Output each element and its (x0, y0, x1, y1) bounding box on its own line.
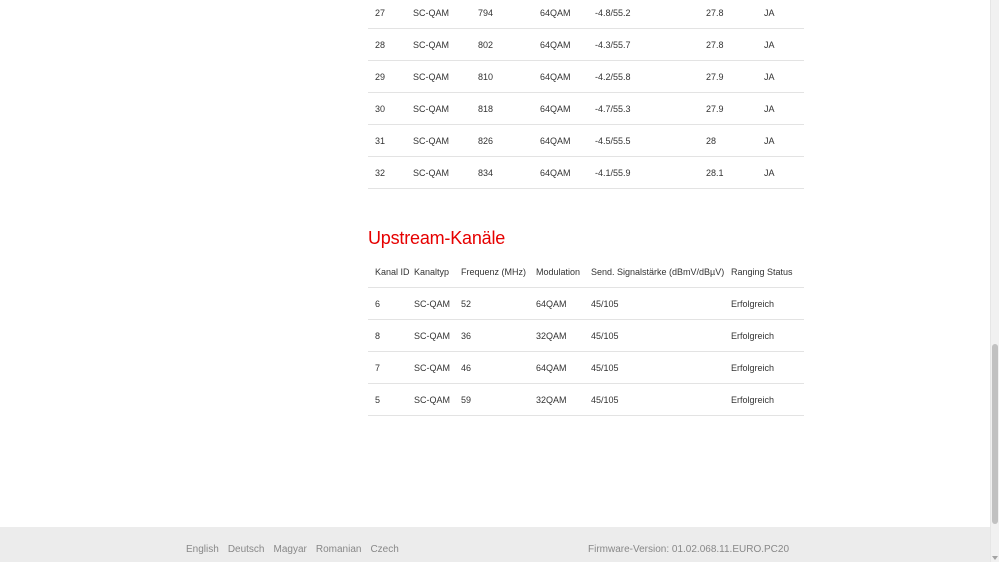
header-signalstaerke: Send. Signalstärke (dBmV/dBµV) (591, 256, 731, 288)
kanal-id-cell: 6 (368, 287, 414, 320)
modulation-cell: 64QAM (540, 156, 595, 189)
table-row: 30 SC-QAM 818 64QAM -4.7/55.3 27.9 JA (368, 92, 804, 125)
table-row: 31 SC-QAM 826 64QAM -4.5/55.5 28 JA (368, 124, 804, 157)
table-row: 29 SC-QAM 810 64QAM -4.2/55.8 27.9 JA (368, 60, 804, 93)
signalstaerke-cell: 45/105 (591, 351, 731, 384)
power-cell: -4.8/55.2 (595, 0, 706, 29)
kanal-id-cell: 29 (368, 60, 413, 93)
downstream-table: 27 SC-QAM 794 64QAM -4.8/55.2 27.8 JA 28… (368, 0, 804, 189)
firmware-version: Firmware-Version: 01.02.068.11.EURO.PC20 (588, 544, 790, 555)
frequenz-cell: 818 (478, 92, 540, 125)
power-cell: -4.7/55.3 (595, 92, 706, 125)
power-cell: -4.5/55.5 (595, 124, 706, 157)
frequenz-cell: 802 (478, 28, 540, 61)
kanaltyp-cell: SC-QAM (413, 0, 478, 29)
frequenz-cell: 810 (478, 60, 540, 93)
kanaltyp-cell: SC-QAM (414, 351, 461, 384)
table-row: 27 SC-QAM 794 64QAM -4.8/55.2 27.8 JA (368, 0, 804, 29)
kanal-id-cell: 28 (368, 28, 413, 61)
language-link-czech[interactable]: Czech (370, 544, 398, 555)
power-cell: -4.2/55.8 (595, 60, 706, 93)
power-cell: -4.3/55.7 (595, 28, 706, 61)
modulation-cell: 64QAM (536, 351, 591, 384)
language-link-english[interactable]: English (186, 544, 219, 555)
modulation-cell: 64QAM (540, 28, 595, 61)
kanal-id-cell: 30 (368, 92, 413, 125)
header-ranging-status: Ranging Status (731, 256, 804, 288)
language-link-deutsch[interactable]: Deutsch (228, 544, 265, 555)
modulation-cell: 32QAM (536, 319, 591, 352)
snr-cell: 27.8 (706, 28, 764, 61)
kanaltyp-cell: SC-QAM (414, 383, 461, 416)
scroll-down-arrow-icon[interactable] (992, 556, 998, 560)
header-frequenz: Frequenz (MHz) (461, 256, 536, 288)
ranging-status-cell: Erfolgreich (731, 383, 804, 416)
ranging-status-cell: Erfolgreich (731, 287, 804, 320)
locked-cell: JA (764, 92, 804, 125)
kanaltyp-cell: SC-QAM (414, 287, 461, 320)
snr-cell: 27.9 (706, 92, 764, 125)
footer: English Deutsch Magyar Romanian Czech Fi… (0, 527, 990, 562)
table-row: 6 SC-QAM 52 64QAM 45/105 Erfolgreich (368, 287, 804, 320)
table-header-row: Kanal ID Kanaltyp Frequenz (MHz) Modulat… (368, 256, 804, 288)
frequenz-cell: 794 (478, 0, 540, 29)
kanaltyp-cell: SC-QAM (413, 124, 478, 157)
snr-cell: 27.8 (706, 0, 764, 29)
frequenz-cell: 46 (461, 351, 536, 384)
table-row: 28 SC-QAM 802 64QAM -4.3/55.7 27.8 JA (368, 28, 804, 61)
kanal-id-cell: 8 (368, 319, 414, 352)
kanal-id-cell: 32 (368, 156, 413, 189)
kanaltyp-cell: SC-QAM (413, 28, 478, 61)
frequenz-cell: 834 (478, 156, 540, 189)
kanaltyp-cell: SC-QAM (413, 92, 478, 125)
table-row: 8 SC-QAM 36 32QAM 45/105 Erfolgreich (368, 319, 804, 352)
modulation-cell: 64QAM (540, 60, 595, 93)
frequenz-cell: 59 (461, 383, 536, 416)
modulation-cell: 32QAM (536, 383, 591, 416)
table-row: 7 SC-QAM 46 64QAM 45/105 Erfolgreich (368, 351, 804, 384)
scrollbar-thumb[interactable] (992, 344, 998, 524)
ranging-status-cell: Erfolgreich (731, 351, 804, 384)
modulation-cell: 64QAM (536, 287, 591, 320)
frequenz-cell: 52 (461, 287, 536, 320)
power-cell: -4.1/55.9 (595, 156, 706, 189)
header-kanal-id: Kanal ID (368, 256, 414, 288)
signalstaerke-cell: 45/105 (591, 287, 731, 320)
kanaltyp-cell: SC-QAM (414, 319, 461, 352)
locked-cell: JA (764, 156, 804, 189)
vertical-scrollbar[interactable] (990, 0, 999, 562)
page: 27 SC-QAM 794 64QAM -4.8/55.2 27.8 JA 28… (0, 0, 990, 562)
frequenz-cell: 826 (478, 124, 540, 157)
table-row: 32 SC-QAM 834 64QAM -4.1/55.9 28.1 JA (368, 156, 804, 189)
locked-cell: JA (764, 28, 804, 61)
signalstaerke-cell: 45/105 (591, 319, 731, 352)
modulation-cell: 64QAM (540, 92, 595, 125)
header-kanaltyp: Kanaltyp (414, 256, 461, 288)
modulation-cell: 64QAM (540, 124, 595, 157)
language-link-magyar[interactable]: Magyar (274, 544, 307, 555)
kanal-id-cell: 5 (368, 383, 414, 416)
signalstaerke-cell: 45/105 (591, 383, 731, 416)
kanaltyp-cell: SC-QAM (413, 60, 478, 93)
language-selector: English Deutsch Magyar Romanian Czech (186, 544, 399, 555)
kanal-id-cell: 7 (368, 351, 414, 384)
kanal-id-cell: 31 (368, 124, 413, 157)
locked-cell: JA (764, 124, 804, 157)
snr-cell: 27.9 (706, 60, 764, 93)
kanal-id-cell: 27 (368, 0, 413, 29)
snr-cell: 28.1 (706, 156, 764, 189)
locked-cell: JA (764, 60, 804, 93)
table-row: 5 SC-QAM 59 32QAM 45/105 Erfolgreich (368, 383, 804, 416)
locked-cell: JA (764, 0, 804, 29)
language-link-romanian[interactable]: Romanian (316, 544, 362, 555)
upstream-section-title: Upstream-Kanäle (368, 228, 506, 248)
ranging-status-cell: Erfolgreich (731, 319, 804, 352)
modulation-cell: 64QAM (540, 0, 595, 29)
header-modulation: Modulation (536, 256, 591, 288)
kanaltyp-cell: SC-QAM (413, 156, 478, 189)
snr-cell: 28 (706, 124, 764, 157)
upstream-table: Kanal ID Kanaltyp Frequenz (MHz) Modulat… (368, 256, 804, 416)
frequenz-cell: 36 (461, 319, 536, 352)
